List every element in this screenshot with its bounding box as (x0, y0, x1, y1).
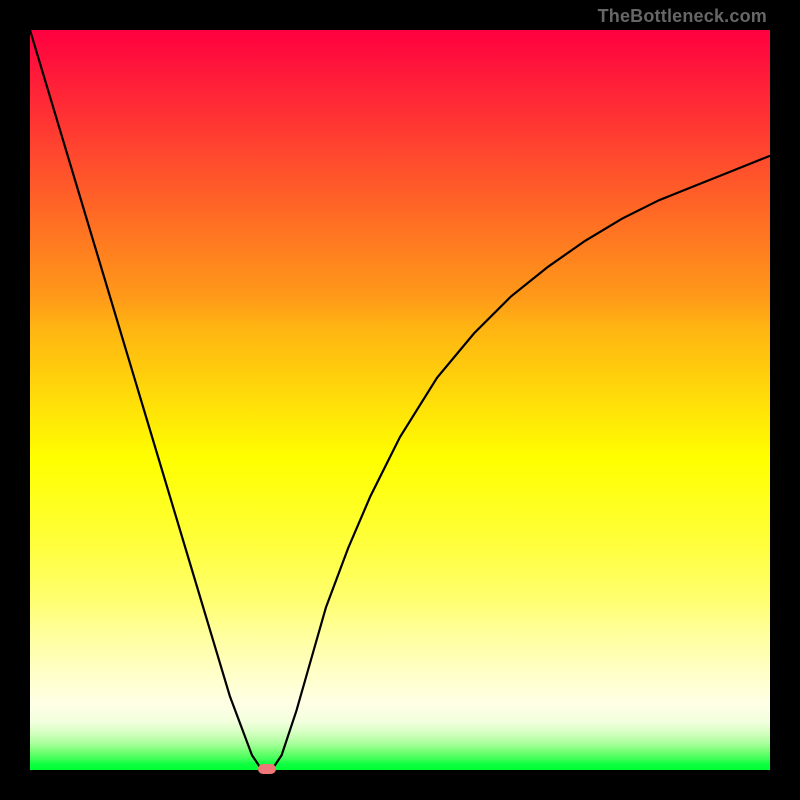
bottleneck-curve (30, 30, 770, 770)
chart-frame: TheBottleneck.com (0, 0, 800, 800)
watermark-text: TheBottleneck.com (598, 6, 767, 27)
optimal-marker (258, 764, 276, 774)
